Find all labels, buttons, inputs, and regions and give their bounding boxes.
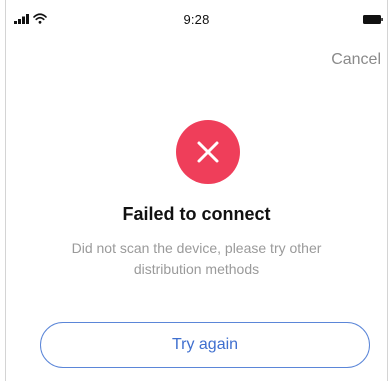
battery-icon: [363, 15, 383, 24]
cancel-button[interactable]: Cancel: [331, 51, 381, 69]
app-screen: 9:28 Cancel Failed to connect Did not sc…: [5, 0, 388, 381]
try-again-label: Try again: [171, 336, 239, 353]
close-icon: [197, 141, 219, 163]
status-time: 9:28: [183, 12, 210, 27]
error-message: Did not scan the device, please try othe…: [71, 240, 322, 277]
error-title: Failed to connect: [122, 204, 271, 224]
try-again-button[interactable]: Try again: [40, 322, 370, 368]
error-icon-badge: [176, 120, 240, 184]
status-bar: 9:28: [6, 0, 387, 30]
